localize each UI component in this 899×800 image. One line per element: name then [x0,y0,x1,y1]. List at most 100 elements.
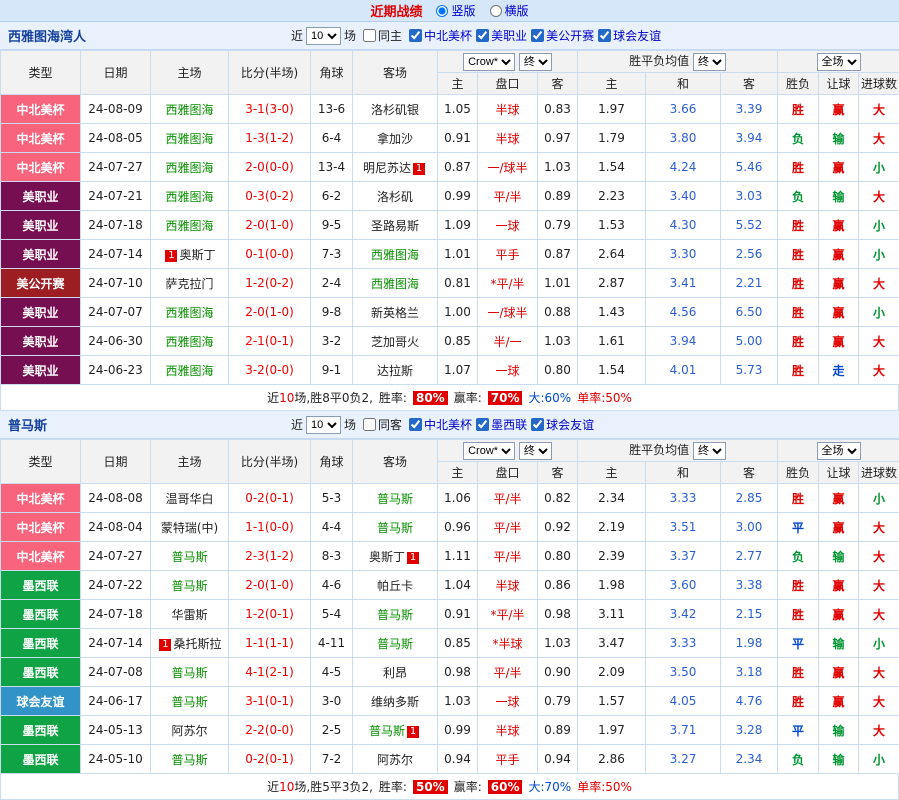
away-team[interactable]: 利昂 [353,658,438,687]
league-checkbox[interactable] [476,418,489,431]
home-team[interactable]: 蒙特瑞(中) [151,513,229,542]
away-team[interactable]: 明尼苏达1 [353,153,438,182]
away-team[interactable]: 洛杉矶 [353,182,438,211]
match-score[interactable]: 2-2(0-0) [229,716,311,745]
league-checkbox[interactable] [598,29,611,42]
vertical-radio[interactable] [436,5,448,17]
match-date: 24-07-18 [81,211,151,240]
europe-final-select[interactable]: 终 [693,442,726,460]
home-team[interactable]: 普马斯 [151,745,229,774]
league-checkbox[interactable] [476,29,489,42]
home-team[interactable]: 华雷斯 [151,600,229,629]
home-team[interactable]: 西雅图海 [151,124,229,153]
match-score[interactable]: 0-1(0-0) [229,240,311,269]
match-score[interactable]: 0-2(0-1) [229,745,311,774]
match-score[interactable]: 2-0(1-0) [229,211,311,240]
league-filter[interactable]: 美公开赛 [527,27,594,44]
away-team[interactable]: 拿加沙 [353,124,438,153]
same-venue-filter[interactable]: 同主 [359,27,402,44]
away-team[interactable]: 圣路易斯 [353,211,438,240]
handicap-line: 平/半 [478,658,538,687]
home-team[interactable]: 普马斯 [151,658,229,687]
europe-final-select[interactable]: 终 [693,53,726,71]
match-score[interactable]: 2-0(1-0) [229,571,311,600]
league-filter[interactable]: 球会友谊 [594,27,661,44]
home-team[interactable]: 阿苏尔 [151,716,229,745]
league-filter[interactable]: 中北美杯 [405,416,472,433]
league-filter[interactable]: 中北美杯 [405,27,472,44]
match-score[interactable]: 1-1(1-1) [229,629,311,658]
big-rate: 大:60% [528,389,571,406]
away-team[interactable]: 洛杉矶银 [353,95,438,124]
home-team[interactable]: 1桑托斯拉 [151,629,229,658]
match-score[interactable]: 2-0(0-0) [229,153,311,182]
match-score[interactable]: 0-3(0-2) [229,182,311,211]
match-score[interactable]: 2-3(1-2) [229,542,311,571]
match-score[interactable]: 1-2(0-1) [229,600,311,629]
away-team[interactable]: 普马斯 [353,629,438,658]
match-score[interactable]: 2-1(0-1) [229,327,311,356]
home-team[interactable]: 普马斯 [151,542,229,571]
match-score[interactable]: 1-1(0-0) [229,513,311,542]
match-score[interactable]: 3-1(0-1) [229,687,311,716]
match-score[interactable]: 3-2(0-0) [229,356,311,385]
horizontal-radio[interactable] [490,5,502,17]
away-team[interactable]: 普马斯1 [353,716,438,745]
home-team[interactable]: 西雅图海 [151,211,229,240]
same-venue-filter[interactable]: 同客 [359,416,402,433]
orientation-vertical-option[interactable]: 竖版 [436,2,475,19]
bookmaker-select[interactable]: Crow* [463,53,515,71]
away-team[interactable]: 达拉斯 [353,356,438,385]
home-team[interactable]: 普马斯 [151,687,229,716]
home-team[interactable]: 西雅图海 [151,95,229,124]
col-away: 客场 [353,440,438,484]
orientation-horizontal-option[interactable]: 横版 [490,2,529,19]
league-filter[interactable]: 美职业 [472,27,527,44]
away-team[interactable]: 普马斯 [353,600,438,629]
final-odds-select[interactable]: 终 [519,442,552,460]
home-team[interactable]: 温哥华白 [151,484,229,513]
league-checkbox[interactable] [409,29,422,42]
bookmaker-select[interactable]: Crow* [463,442,515,460]
match-score[interactable]: 1-3(1-2) [229,124,311,153]
match-score[interactable]: 1-2(0-2) [229,269,311,298]
away-team[interactable]: 普马斯 [353,484,438,513]
away-team[interactable]: 西雅图海 [353,269,438,298]
odds-win: 2.86 [578,745,646,774]
home-team[interactable]: 萨克拉门 [151,269,229,298]
away-team[interactable]: 阿苏尔 [353,745,438,774]
scope-select[interactable]: 全场 [817,442,861,460]
home-team[interactable]: 西雅图海 [151,298,229,327]
home-team[interactable]: 普马斯 [151,571,229,600]
final-odds-select[interactable]: 终 [519,53,552,71]
home-team[interactable]: 西雅图海 [151,182,229,211]
league-filter[interactable]: 墨西联 [472,416,527,433]
league-checkbox[interactable] [531,418,544,431]
away-team[interactable]: 西雅图海 [353,240,438,269]
away-team[interactable]: 普马斯 [353,513,438,542]
result-indicator: 胜 [778,356,819,385]
match-score[interactable]: 3-1(3-0) [229,95,311,124]
match-score[interactable]: 0-2(0-1) [229,484,311,513]
same-venue-checkbox[interactable] [363,418,376,431]
away-team[interactable]: 奥斯丁1 [353,542,438,571]
match-score[interactable]: 2-0(1-0) [229,298,311,327]
match-count-select[interactable]: 10 [306,27,341,45]
results-table: 类型 日期 主场 比分(半场) 角球 客场 Crow* 终 胜平负均值 终 [0,50,899,385]
team-name: 阿苏尔 [171,724,207,738]
home-team[interactable]: 西雅图海 [151,356,229,385]
same-venue-checkbox[interactable] [363,29,376,42]
league-checkbox[interactable] [409,418,422,431]
away-team[interactable]: 芝加哥火 [353,327,438,356]
league-checkbox[interactable] [531,29,544,42]
away-team[interactable]: 帕丘卡 [353,571,438,600]
match-score[interactable]: 4-1(2-1) [229,658,311,687]
scope-select[interactable]: 全场 [817,53,861,71]
home-team[interactable]: 西雅图海 [151,327,229,356]
match-count-select[interactable]: 10 [306,416,341,434]
league-filter[interactable]: 球会友谊 [527,416,594,433]
away-team[interactable]: 新英格兰 [353,298,438,327]
away-team[interactable]: 维纳多斯 [353,687,438,716]
home-team[interactable]: 西雅图海 [151,153,229,182]
home-team[interactable]: 1奥斯丁 [151,240,229,269]
